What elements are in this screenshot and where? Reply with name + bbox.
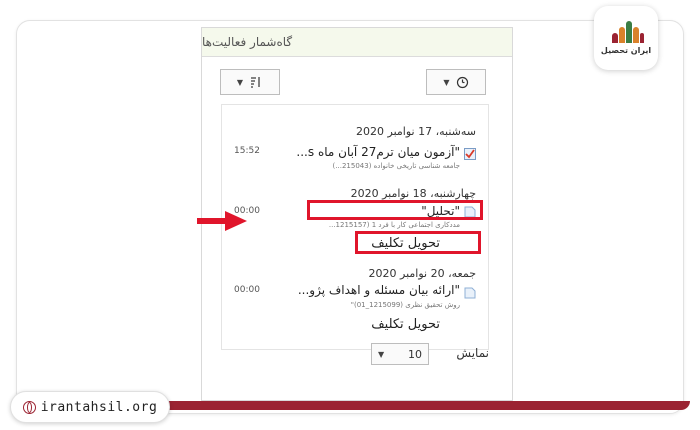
panel-header: گاه‌شمار فعالیت‌ها (202, 28, 512, 57)
show-label: نمایش (456, 346, 489, 360)
event-course: روش تحقیق نظری (1215099_01)" (350, 301, 460, 309)
clock-icon (456, 76, 468, 88)
quiz-check-icon (464, 148, 476, 160)
show-count-row: نمایش ▼ 10 (223, 343, 489, 367)
event-date: جمعه، 20 نوامبر 2020 (368, 267, 477, 280)
sort-list-icon (251, 77, 260, 88)
panel-title: گاه‌شمار فعالیت‌ها (202, 35, 293, 49)
highlight-box (307, 200, 483, 220)
chevron-down-icon: ▼ (378, 349, 385, 359)
logo-text: ایران تحصیل (600, 46, 652, 55)
site-url: irantahsil.org (40, 399, 158, 415)
filter-dropdown[interactable]: ▼ (426, 69, 486, 95)
chevron-down-icon: ▼ (236, 77, 244, 87)
timeline-controls: ▼ ▼ (202, 57, 512, 103)
event-course: جامعه شناسی تاریخی خانواده (215043...) (332, 162, 460, 170)
event-list: سه‌شنبه، 17 نوامبر 2020 "آزمون میان ترم2… (221, 104, 489, 350)
globe-icon (22, 400, 36, 414)
brand-footer-bar (150, 401, 690, 410)
highlight-box (355, 231, 481, 254)
event-date: چهارشنبه، 18 نوامبر 2020 (350, 187, 476, 200)
event-title[interactable]: "آزمون میان ترم27 آبان ماه s... (296, 145, 460, 159)
sort-dropdown[interactable]: ▼ (220, 69, 280, 95)
show-count-value: 10 (408, 347, 422, 361)
arrow-right-icon (197, 211, 247, 231)
event-time: 00:00 (234, 285, 260, 295)
site-url-badge: irantahsil.org (10, 391, 170, 423)
event-time: 15:52 (234, 146, 260, 156)
event-title[interactable]: "ارائه بیان مسئله و اهداف پژو... (298, 283, 460, 297)
brand-logo: ایران تحصیل (594, 6, 658, 70)
submit-assignment-link[interactable]: تحویل تکلیف (371, 317, 440, 332)
event-date: سه‌شنبه، 17 نوامبر 2020 (356, 125, 476, 138)
book-icon (608, 21, 644, 43)
show-count-select[interactable]: ▼ 10 (371, 343, 429, 365)
event-course: مددکاری اجتماعی کار با فرد 1 (1215157... (328, 221, 460, 229)
assignment-icon (464, 287, 476, 299)
chevron-down-icon: ▼ (443, 77, 450, 87)
